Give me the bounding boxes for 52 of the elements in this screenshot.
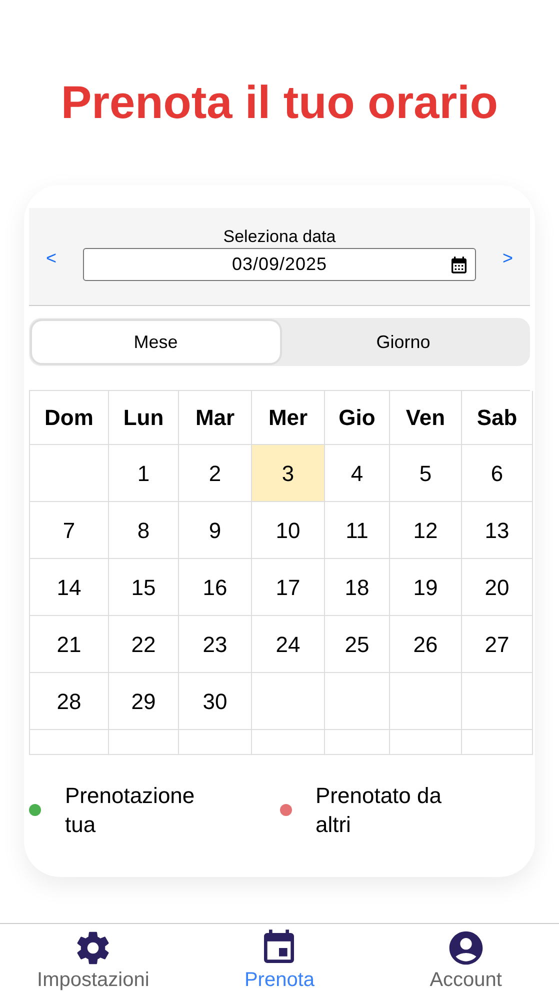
day-cell[interactable]: 4 [325, 445, 390, 502]
empty-cell [462, 730, 533, 755]
day-cell[interactable]: 6 [462, 445, 533, 502]
day-cell[interactable]: 5 [390, 445, 462, 502]
day-cell[interactable]: 17 [252, 559, 325, 616]
view-tab[interactable]: Giorno [280, 321, 527, 363]
day-cell[interactable]: 7 [30, 502, 109, 559]
nav-tab[interactable]: Impostazioni [0, 924, 186, 994]
gear-icon [75, 930, 112, 966]
empty-cell [390, 673, 462, 730]
day-cell[interactable]: 20 [462, 559, 533, 616]
day-cell[interactable]: 14 [30, 559, 109, 616]
empty-cell [325, 730, 390, 755]
day-cell[interactable]: 9 [179, 502, 252, 559]
day-cell[interactable]: 18 [325, 559, 390, 616]
day-cell[interactable]: 11 [325, 502, 390, 559]
day-cell[interactable]: 8 [109, 502, 179, 559]
day-cell[interactable]: 28 [30, 673, 109, 730]
day-cell[interactable]: 3 [252, 445, 325, 502]
day-cell[interactable]: 12 [390, 502, 462, 559]
day-cell[interactable]: 1 [109, 445, 179, 502]
day-cell[interactable]: 2 [179, 445, 252, 502]
day-cell[interactable]: 21 [30, 616, 109, 673]
day-cell[interactable]: 10 [252, 502, 325, 559]
day-cell[interactable]: 16 [179, 559, 252, 616]
nav-tab[interactable]: Prenota [186, 924, 373, 994]
day-cell[interactable]: 23 [179, 616, 252, 673]
day-cell[interactable]: 25 [325, 616, 390, 673]
legend-label: Prenotato da altri [316, 782, 442, 839]
day-cell[interactable]: 26 [390, 616, 462, 673]
day-cell[interactable]: 22 [109, 616, 179, 673]
day-cell[interactable]: 27 [462, 616, 533, 673]
legend-label: Prenotazione tua [65, 782, 196, 839]
next-button[interactable]: > [476, 245, 516, 272]
date-field[interactable]: 03/09/2025 [83, 248, 476, 281]
day-cell[interactable]: 24 [252, 616, 325, 673]
date-label: Seleziona data [223, 226, 336, 248]
page-title: Prenota il tuo orario [60, 75, 500, 130]
previous-button[interactable]: < [43, 245, 83, 272]
day-cell[interactable]: 29 [109, 673, 179, 730]
empty-cell [109, 730, 179, 755]
day-cell[interactable]: 19 [390, 559, 462, 616]
day-cell[interactable]: 13 [462, 502, 533, 559]
empty-cell [462, 673, 533, 730]
view-tab[interactable]: Mese [32, 321, 280, 363]
nav-tab[interactable]: Account [372, 924, 559, 994]
day-cell[interactable]: 15 [109, 559, 179, 616]
empty-cell [390, 730, 462, 755]
empty-cell [325, 673, 390, 730]
calendar-icon[interactable] [449, 254, 469, 274]
weekday-header: Dom [30, 391, 109, 445]
day-cell[interactable]: 30 [179, 673, 252, 730]
